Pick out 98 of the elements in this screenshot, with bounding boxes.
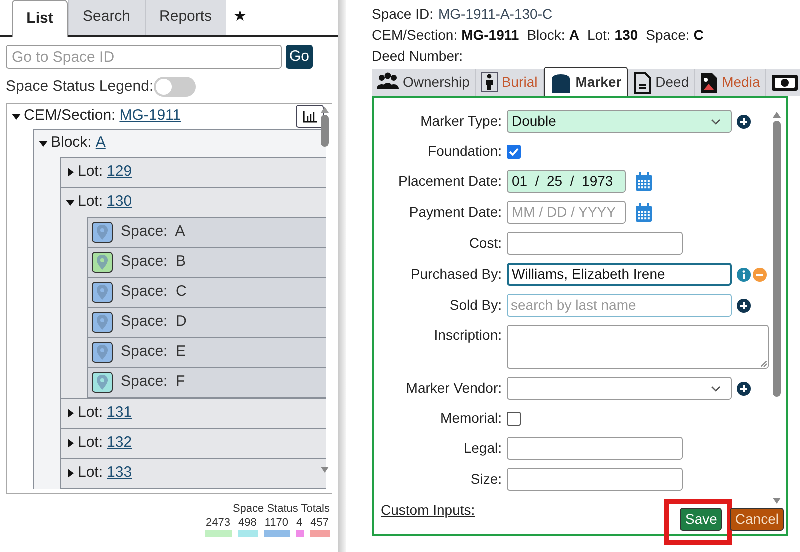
field-value: MG-1911 [462, 26, 520, 44]
chevron-down-icon [711, 118, 721, 124]
node-link[interactable]: 133 [107, 462, 132, 485]
total-count: 457 [310, 517, 330, 530]
text-area[interactable] [507, 325, 769, 369]
node-label: CEM/Section: [24, 106, 116, 126]
field-label: Placement Date: [398, 172, 502, 191]
custom-inputs-link[interactable]: Custom Inputs: [381, 500, 476, 521]
image-file-icon [700, 72, 718, 94]
field-label: Marker Type: [420, 112, 502, 131]
field-label: Legal: [462, 439, 502, 458]
field-label: Payment Date: [408, 203, 502, 222]
tab[interactable]: Reports [144, 0, 226, 35]
save-button[interactable]: Save [680, 508, 722, 531]
field-value: A [569, 26, 580, 44]
field-label: Inscription: [433, 326, 502, 345]
scroll-thumb[interactable] [773, 121, 781, 397]
tab[interactable]: List [12, 0, 68, 37]
field-label: Space: [646, 26, 690, 45]
field-label: Size: [470, 470, 502, 489]
field-value: 130 [614, 26, 638, 44]
space-item[interactable]: Space: A [121, 221, 186, 244]
scroll-up-icon [321, 107, 329, 113]
scroll-up-icon [773, 112, 781, 118]
scroll-thumb[interactable] [321, 115, 329, 147]
go-button[interactable]: Go [286, 45, 313, 69]
checkbox[interactable] [507, 144, 521, 158]
text-field[interactable] [507, 437, 683, 460]
dropdown[interactable] [507, 377, 732, 400]
scrollbar[interactable] [772, 112, 782, 504]
space-item[interactable]: Space: F [121, 371, 186, 394]
node-label: Lot: [78, 192, 104, 212]
person-icon [480, 72, 498, 94]
field-label: Marker Vendor: [405, 379, 502, 398]
scroll-down-icon [773, 498, 781, 504]
resize-grip-icon [761, 361, 767, 367]
node-link[interactable]: 131 [107, 402, 132, 425]
field-label: Foundation: [427, 142, 502, 161]
field-label: Cost: [468, 234, 502, 253]
field-label: CEM/Section: [372, 26, 458, 44]
minus-icon[interactable] [753, 268, 767, 282]
scroll-down-icon [321, 467, 329, 473]
bar-chart-icon [303, 110, 317, 122]
text-field[interactable] [507, 468, 683, 491]
tab[interactable] [766, 69, 800, 96]
node-link[interactable]: MG-1911 [120, 105, 182, 128]
deed-number-label: Deed Number: [372, 46, 464, 66]
node-link[interactable]: 132 [107, 432, 132, 455]
total-count: 498 [238, 517, 258, 530]
space-item[interactable]: Space: C [121, 281, 187, 304]
chevron-down-icon [711, 386, 721, 392]
dropdown[interactable]: Double [507, 110, 732, 133]
space-id-field[interactable]: Go to Space ID [6, 45, 282, 69]
chart-button[interactable] [296, 105, 324, 128]
space-item[interactable]: Space: B [121, 251, 186, 274]
field-label: Purchased By: [410, 265, 502, 284]
calendar-icon [635, 203, 653, 222]
node-label: Lot: [78, 433, 104, 454]
node-link[interactable]: A [96, 132, 106, 155]
text-field[interactable] [507, 232, 683, 255]
node-link[interactable]: 129 [107, 161, 132, 184]
space-id: MG-1911-A-130-C [438, 4, 553, 24]
field-value: C [694, 26, 704, 44]
space-item[interactable]: Space: D [121, 311, 187, 334]
document-icon [632, 72, 652, 94]
person-field[interactable]: Williams, Elizabeth Irene [507, 263, 732, 286]
field-label: Space ID: [372, 4, 434, 24]
space-item[interactable]: Space: E [121, 341, 186, 364]
plus-icon[interactable] [737, 114, 751, 128]
info-icon[interactable] [737, 268, 751, 282]
tab[interactable]: Ownership [372, 69, 476, 96]
total-count: 1170 [264, 517, 290, 530]
tab[interactable]: Search [68, 0, 145, 35]
field-label: Block: [527, 26, 566, 44]
tab[interactable]: ★ [226, 0, 254, 35]
tab[interactable]: Deed [628, 69, 696, 96]
plus-icon[interactable] [737, 298, 751, 312]
date-field[interactable]: 01 / 25 / 1973 [507, 170, 626, 193]
total-count: 2473 [205, 517, 232, 530]
total-count: 4 [296, 517, 304, 530]
field-label: Memorial: [440, 409, 502, 428]
node-label: Lot: [78, 463, 104, 484]
banknote-icon [771, 72, 800, 92]
node-link[interactable]: 130 [107, 191, 132, 214]
legend-toggle[interactable] [154, 77, 196, 97]
node-label: Lot: [78, 403, 104, 424]
plus-icon[interactable] [737, 382, 751, 396]
node-label: Block: [51, 133, 92, 154]
calendar-icon [635, 172, 653, 191]
totals-title: Space Status Totals [232, 503, 330, 516]
field-label: Sold By: [448, 296, 502, 315]
node-label: Lot: [78, 162, 104, 182]
field-label: Lot: [587, 26, 611, 44]
checkbox[interactable] [507, 412, 521, 426]
tab[interactable]: Marker [544, 67, 628, 96]
legend-label: Space Status Legend: [6, 76, 154, 97]
cancel-button[interactable]: Cancel [730, 508, 784, 531]
check-icon [509, 148, 519, 156]
